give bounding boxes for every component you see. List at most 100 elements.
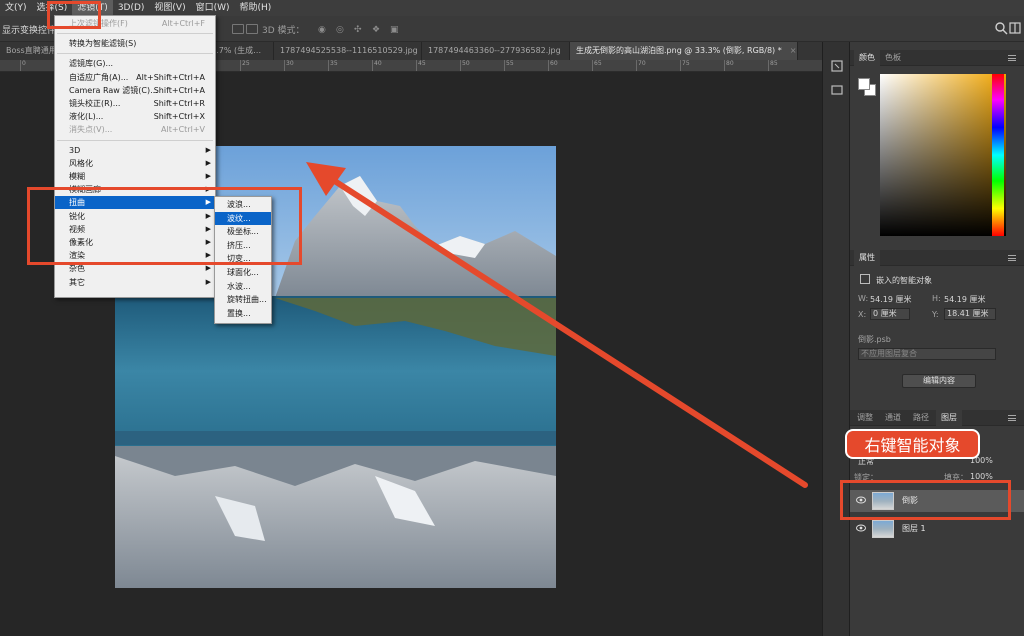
right-panels: 颜色 色板 属性 嵌入的智能对象 W: 54.19 厘米 H: 54.19 厘米…: [850, 42, 1024, 636]
filter-menu-item[interactable]: 模糊 ▶: [55, 170, 215, 183]
x-label: X:: [858, 310, 867, 319]
ruler-tick: [548, 60, 549, 71]
filter-menu-item[interactable]: Camera Raw 滤镜(C)... Shift+Ctrl+A: [55, 84, 215, 97]
ruler-tick-label: 55: [506, 60, 514, 67]
submenu-item[interactable]: 球面化...: [215, 266, 271, 280]
ruler-tick: [416, 60, 417, 71]
ruler-tick-label: 75: [682, 60, 690, 67]
tab-swatches[interactable]: 色板: [880, 50, 906, 66]
h-value[interactable]: 54.19 厘米: [944, 294, 985, 305]
ruler-tick: [20, 60, 21, 71]
panel-menu-icon[interactable]: [1008, 55, 1016, 61]
3d-slide-icon[interactable]: ❖: [372, 25, 380, 35]
ruler-tick-label: 35: [330, 60, 338, 67]
menu-item-shortcut: Shift+Ctrl+A: [153, 85, 205, 95]
w-label: W:: [858, 294, 869, 303]
menu-window[interactable]: 窗口(W): [191, 0, 235, 16]
edit-contents-button[interactable]: 编辑内容: [902, 374, 976, 388]
menu-edit[interactable]: 文(Y): [0, 0, 32, 16]
menu-3d[interactable]: 3D(D): [113, 0, 150, 16]
3d-scale-icon[interactable]: ▣: [390, 25, 399, 35]
close-icon[interactable]: ×: [790, 46, 797, 55]
ruler-tick-label: 70: [638, 60, 646, 67]
ruler-tick: [372, 60, 373, 71]
menu-item-label: 镜头校正(R)...: [69, 99, 121, 108]
submenu-item[interactable]: 旋转扭曲...: [215, 293, 271, 307]
tab-color[interactable]: 颜色: [854, 50, 880, 66]
document-tab[interactable]: Boss直聘通用显: [0, 42, 58, 60]
tab-layers[interactable]: 图层: [936, 410, 962, 426]
ruler-tick: [636, 60, 637, 71]
submenu-item[interactable]: 置换...: [215, 307, 271, 321]
tab-channels[interactable]: 通道: [880, 410, 906, 426]
ruler-tick: [240, 60, 241, 71]
layer-thumbnail: [872, 520, 894, 538]
foreground-color-swatch[interactable]: [858, 78, 870, 90]
menu-help[interactable]: 帮助(H): [235, 0, 277, 16]
workspace-icon[interactable]: [1008, 21, 1022, 35]
document-tab[interactable]: 1787494463360--277936582.jpg×: [422, 42, 570, 60]
ruler-tick: [680, 60, 681, 71]
menu-item-label: 模糊: [69, 172, 85, 181]
align-icon[interactable]: [232, 24, 244, 34]
distribute-icon[interactable]: [246, 24, 258, 34]
filter-menu-item: 消失点(V)... Alt+Ctrl+V: [55, 123, 215, 136]
eye-icon[interactable]: [856, 524, 866, 532]
ruler-tick-label: 60: [550, 60, 558, 67]
layer-name[interactable]: 图层 1: [902, 523, 926, 534]
menu-item-shortcut: Shift+Ctrl+R: [153, 99, 205, 108]
menu-item-shortcut: Alt+Ctrl+V: [161, 125, 205, 135]
panel-menu-icon[interactable]: [1008, 415, 1016, 421]
layer-row[interactable]: 图层 1: [850, 518, 1024, 540]
ruler-tick: [460, 60, 461, 71]
filter-menu-item[interactable]: 风格化 ▶: [55, 157, 215, 170]
panel-menu-icon[interactable]: [1008, 255, 1016, 261]
menu-item-label: Camera Raw 滤镜(C)...: [69, 85, 158, 95]
ruler-tick-label: 50: [462, 60, 470, 67]
ruler-tick: [328, 60, 329, 71]
3d-drag-icon[interactable]: ✣: [354, 25, 362, 35]
submenu-item[interactable]: 水波...: [215, 280, 271, 294]
filter-menu-item[interactable]: 其它 ▶: [55, 276, 215, 289]
color-picker-field[interactable]: [880, 74, 1006, 236]
annotation-filter-menu-box: [47, 1, 101, 29]
hue-slider[interactable]: [992, 74, 1004, 236]
document-tab[interactable]: 1787494525538--1116510529.jpg×: [274, 42, 422, 60]
filter-menu-item[interactable]: 镜头校正(R)... Shift+Ctrl+R: [55, 97, 215, 110]
menu-separator: [57, 53, 213, 55]
menu-view[interactable]: 视图(V): [149, 0, 190, 16]
ruler-tick: [724, 60, 725, 71]
properties-panel-header: 属性: [850, 250, 1024, 266]
w-value[interactable]: 54.19 厘米: [870, 294, 911, 305]
filter-menu-item[interactable]: 液化(L)... Shift+Ctrl+X: [55, 110, 215, 123]
y-field[interactable]: 18.41 厘米: [944, 308, 996, 320]
3d-roll-icon[interactable]: ◎: [336, 25, 344, 35]
menu-item-shortcut: Shift+Ctrl+X: [153, 112, 205, 122]
tab-adjustments[interactable]: 调整: [852, 410, 878, 426]
ruler-tick: [592, 60, 593, 71]
tab-properties[interactable]: 属性: [854, 250, 880, 266]
tab-paths[interactable]: 路径: [908, 410, 934, 426]
layer-comp-select[interactable]: 不应用图层复合: [858, 348, 996, 360]
ruler-tick-label: 30: [286, 60, 294, 67]
menu-item-label: 其它: [69, 277, 85, 287]
filter-menu-item[interactable]: 转换为智能滤镜(S): [55, 37, 215, 50]
filter-menu-item[interactable]: 滤镜库(G)...: [55, 57, 215, 70]
search-icon[interactable]: [994, 21, 1008, 35]
ruler-tick-label: 40: [374, 60, 382, 67]
smart-object-type: 嵌入的智能对象: [876, 276, 932, 285]
document-tab-active[interactable]: 生成无倒影的高山湖泊图.png @ 33.3% (倒影, RGB/8) * ×: [570, 42, 798, 60]
x-field[interactable]: 0 厘米: [870, 308, 910, 320]
ruler-tick-label: 65: [594, 60, 602, 67]
menu-item-label: 消失点(V)...: [69, 125, 113, 135]
filter-menu-item[interactable]: 3D ▶: [55, 144, 215, 157]
menu-item-label: 3D: [69, 145, 81, 155]
3d-rotate-icon[interactable]: ◉: [318, 25, 326, 35]
ruler-tick-label: 0: [22, 60, 26, 67]
y-label: Y:: [932, 310, 939, 319]
history-icon[interactable]: [829, 58, 845, 74]
properties-icon[interactable]: [829, 82, 845, 98]
submenu-arrow-icon: ▶: [205, 145, 211, 154]
filter-menu-item[interactable]: 自适应广角(A)... Alt+Shift+Ctrl+A: [55, 71, 215, 84]
h-label: H:: [932, 294, 941, 303]
